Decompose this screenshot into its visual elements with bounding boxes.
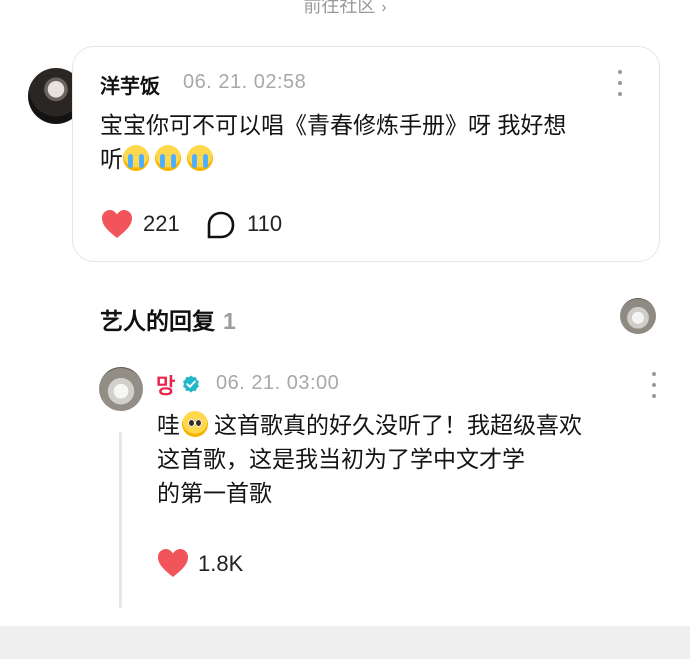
- reply-like-count: 1.8K: [198, 551, 244, 576]
- crying-face-icon: [187, 145, 213, 171]
- post-username[interactable]: 洋芋饭: [100, 70, 160, 99]
- artist-avatar-small[interactable]: [620, 298, 656, 334]
- reply-text-line2: 这首歌，这是我当初为了学中文才学: [157, 446, 525, 472]
- chevron-right-icon: ›: [381, 0, 387, 16]
- post-text-line1: 宝宝你可不可以唱《青春修炼手册》呀 我好想: [100, 112, 567, 138]
- reply-timestamp: 06. 21. 03:00: [216, 372, 340, 394]
- artist-reply-count: 1: [223, 308, 236, 334]
- heart-icon[interactable]: [101, 209, 133, 239]
- comment-icon[interactable]: [206, 210, 236, 240]
- crying-face-icon: [155, 145, 181, 171]
- community-link[interactable]: 前往社区 ›: [0, 0, 690, 18]
- post-text-line2: 听: [100, 142, 566, 176]
- bottom-bar: [0, 626, 690, 659]
- reply-more-icon[interactable]: [649, 372, 659, 398]
- post-more-icon[interactable]: [615, 70, 625, 96]
- comment-page: 前往社区 › 洋芋饭 06. 21. 02:58 宝宝你可不可以唱《青春修炼手册》…: [0, 0, 690, 659]
- artist-reply-title-label: 艺人的回复: [100, 308, 215, 334]
- thread-line: [119, 432, 122, 608]
- artist-name[interactable]: 망: [156, 370, 175, 400]
- community-link-label[interactable]: 前往社区: [303, 0, 375, 16]
- post-comment-count: 110: [247, 211, 283, 236]
- artist-reply-title: 艺人的回复 1: [100, 302, 236, 336]
- crying-face-icon: [123, 145, 149, 171]
- reply-text-line1: 哇这首歌真的好久没听了！我超级喜欢: [157, 411, 582, 438]
- pleading-face-icon: [182, 411, 208, 437]
- reply-text: 哇这首歌真的好久没听了！我超级喜欢 这首歌，这是我当初为了学中文才学 的第一首歌: [157, 408, 582, 510]
- artist-avatar[interactable]: [99, 367, 143, 411]
- post-text: 宝宝你可不可以唱《青春修炼手册》呀 我好想 听: [100, 108, 566, 176]
- reply-text-line3: 的第一首歌: [157, 480, 272, 506]
- reply-heart-icon[interactable]: [157, 548, 189, 578]
- verified-badge-icon: [183, 375, 199, 393]
- post-like-count: 221: [143, 211, 180, 236]
- post-timestamp: 06. 21. 02:58: [183, 71, 307, 93]
